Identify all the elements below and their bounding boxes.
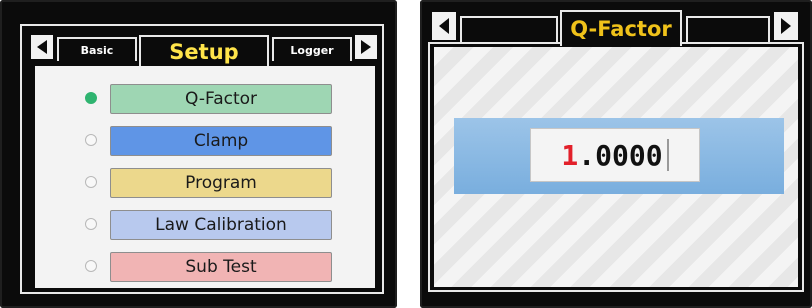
q-factor-title-bar: Q-Factor [432,10,802,46]
tab-logger-label: Logger [290,43,334,57]
menu-row-clamp: Clamp [35,124,375,158]
tab-left-empty[interactable] [460,16,558,42]
active-digit: 1 [561,138,579,172]
tab-basic[interactable]: Basic [57,37,137,61]
text-cursor [666,139,669,171]
clamp-button[interactable]: Clamp [110,126,332,156]
arrow-left-icon [37,40,47,54]
arrow-left-icon [439,18,449,34]
tab-logger[interactable]: Logger [272,37,352,61]
radio-program[interactable] [85,176,97,188]
prev-page-button[interactable] [31,35,53,59]
setup-title-bar: Basic Setup Logger [31,35,389,67]
sub-test-button[interactable]: Sub Test [110,252,332,282]
law-calibration-label: Law Calibration [155,215,287,235]
sub-test-label: Sub Test [185,257,257,277]
page-title-label: Setup [169,40,239,64]
setup-menu-list: Q-Factor Clamp Program Law Calibration S… [35,66,375,288]
program-button[interactable]: Program [110,168,332,198]
q-factor-title-label: Q-Factor [570,17,672,41]
prev-page-button-right[interactable] [432,12,456,40]
radio-sub-test[interactable] [85,260,97,272]
clamp-label: Clamp [193,131,249,151]
tab-basic-label: Basic [80,43,114,57]
q-factor-value-input[interactable]: 1.0000 [530,128,700,182]
menu-row-program: Program [35,166,375,200]
menu-row-sub-test: Sub Test [35,250,375,284]
page-title: Setup [139,35,269,67]
menu-row-law-calibration: Law Calibration [35,208,375,242]
q-factor-label: Q-Factor [184,89,258,109]
radio-q-factor[interactable] [85,92,97,104]
next-page-button-right[interactable] [774,12,798,40]
menu-row-q-factor: Q-Factor [35,82,375,116]
q-factor-button[interactable]: Q-Factor [110,84,332,114]
page-title-q-factor: Q-Factor [560,10,682,46]
program-label: Program [185,173,257,193]
arrow-right-icon [361,40,371,54]
radio-clamp[interactable] [85,134,97,146]
arrow-right-icon [781,18,791,34]
setup-screen: Basic Setup Logger Q-Factor Clamp Progra… [0,0,397,308]
q-factor-screen: Q-Factor 1.0000 [420,0,812,308]
value-remainder: .0000 [578,138,663,172]
radio-law-calibration[interactable] [85,218,97,230]
law-calibration-button[interactable]: Law Calibration [110,210,332,240]
tab-right-empty[interactable] [686,16,770,42]
next-page-button[interactable] [355,35,377,59]
